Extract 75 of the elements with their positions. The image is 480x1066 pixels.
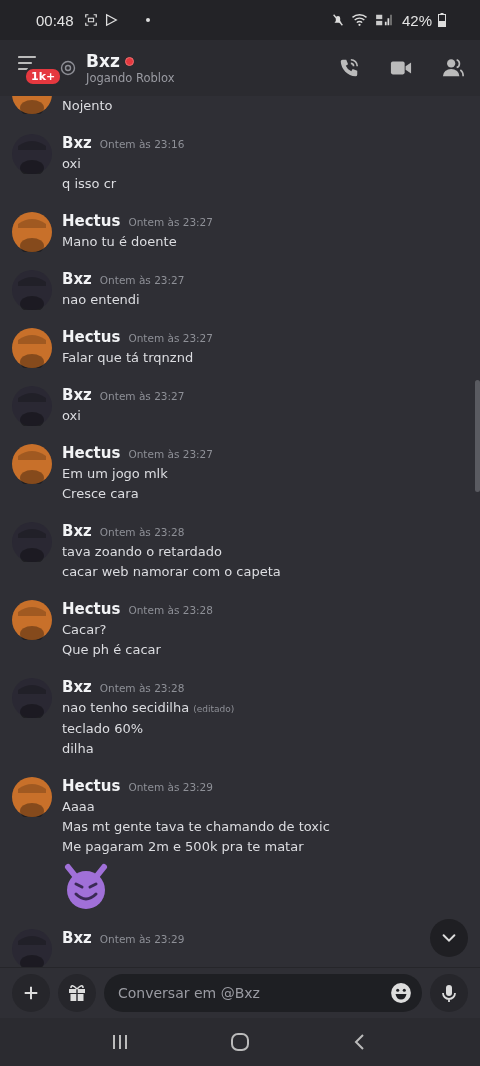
microphone-icon: [439, 983, 459, 1003]
recent-apps-icon[interactable]: [110, 1032, 130, 1052]
edited-label: (editado): [193, 703, 235, 716]
message-text: Aaaa: [62, 798, 95, 816]
message-text: Falar que tá trqnznd: [62, 349, 194, 367]
microphone-button[interactable]: [430, 974, 468, 1012]
message-time: Ontem às 23:29: [128, 781, 213, 793]
avatar-icon[interactable]: [12, 444, 52, 484]
author-name[interactable]: Hectus: [62, 212, 121, 230]
clock-time: 00:48: [36, 11, 74, 29]
wifi-icon: [350, 13, 368, 27]
message-text: teclado 60%: [62, 720, 144, 738]
jump-to-bottom-button[interactable]: [430, 919, 468, 957]
message-text: q isso cr: [62, 175, 117, 193]
message-text: Que ph é cacar: [62, 641, 161, 659]
message-text: Mas mt gente tava te chamando de toxic: [62, 818, 330, 836]
notification-badge: 1k+: [24, 67, 63, 86]
avatar-icon[interactable]: [12, 212, 52, 252]
emoji-icon[interactable]: [390, 982, 412, 1004]
devil-emoji-icon: [62, 863, 110, 911]
message-time: Ontem às 23:28: [99, 682, 185, 694]
author-name[interactable]: Bxz: [62, 270, 92, 288]
gift-button[interactable]: [58, 974, 96, 1012]
message-time: Ontem às 23:27: [128, 448, 213, 460]
activity-status: Jogando Roblox: [86, 71, 175, 85]
author-name[interactable]: Hectus: [62, 777, 121, 795]
screenshot-icon: [83, 13, 98, 27]
phone-call-icon[interactable]: [338, 57, 360, 79]
message-text: Mano tu é doente: [62, 233, 177, 251]
message-text: oxi: [62, 155, 81, 173]
author-name[interactable]: Bxz: [62, 134, 92, 152]
author-name[interactable]: Bxz: [62, 678, 92, 696]
message-text: Cresce cara: [62, 485, 139, 503]
message-time: Ontem às 23:29: [99, 933, 185, 945]
message-field[interactable]: Conversar em @Bxz: [104, 974, 422, 1012]
notification-dot: [145, 18, 150, 22]
message-time: Ontem às 23:27: [128, 216, 213, 228]
avatar-icon[interactable]: [12, 777, 52, 817]
battery-percent: 42%: [401, 11, 432, 29]
mute-icon: [330, 13, 345, 27]
message-text: nao entendi: [62, 291, 140, 309]
plus-icon: [22, 984, 40, 1002]
message-time: Ontem às 23:28: [128, 604, 213, 616]
battery-icon: [438, 13, 446, 27]
home-icon[interactable]: [230, 1032, 250, 1052]
author-name[interactable]: Bxz: [62, 929, 92, 947]
author-name[interactable]: Hectus: [62, 600, 121, 618]
avatar-icon[interactable]: [12, 328, 52, 368]
message-time: Ontem às 23:27: [128, 332, 213, 344]
message-text: tava zoando o retardado: [62, 543, 222, 561]
message-text: nao tenho secidilha: [62, 699, 190, 717]
message-time: Ontem às 23:27: [99, 390, 185, 402]
members-icon[interactable]: [442, 57, 464, 79]
message-text: oxi: [62, 407, 81, 425]
author-name[interactable]: Hectus: [62, 444, 121, 462]
message-text: Me pagaram 2m e 500k pra te matar: [62, 838, 304, 856]
channel-name: Bxz: [86, 51, 120, 71]
message-time: Ontem às 23:28: [99, 526, 185, 538]
gift-icon: [67, 983, 87, 1003]
play-icon: [103, 13, 118, 27]
at-sign-icon: [60, 60, 76, 76]
message-text: Cacar?: [62, 621, 107, 639]
avatar-icon[interactable]: [12, 600, 52, 640]
author-name[interactable]: Hectus: [62, 328, 121, 346]
message-text: cacar web namorar com o capeta: [62, 563, 281, 581]
add-button[interactable]: [12, 974, 50, 1012]
message-time: Ontem às 23:16: [99, 138, 185, 150]
message-text: Em um jogo mlk: [62, 465, 168, 483]
message-input-field[interactable]: Conversar em @Bxz: [116, 984, 384, 1002]
scrollbar[interactable]: [475, 380, 480, 492]
author-name[interactable]: Bxz: [62, 386, 92, 404]
message-text: dilha: [62, 740, 94, 758]
author-name[interactable]: Bxz: [62, 522, 92, 540]
message-time: Ontem às 23:27: [99, 274, 185, 286]
message-text: Nojento: [62, 97, 113, 115]
